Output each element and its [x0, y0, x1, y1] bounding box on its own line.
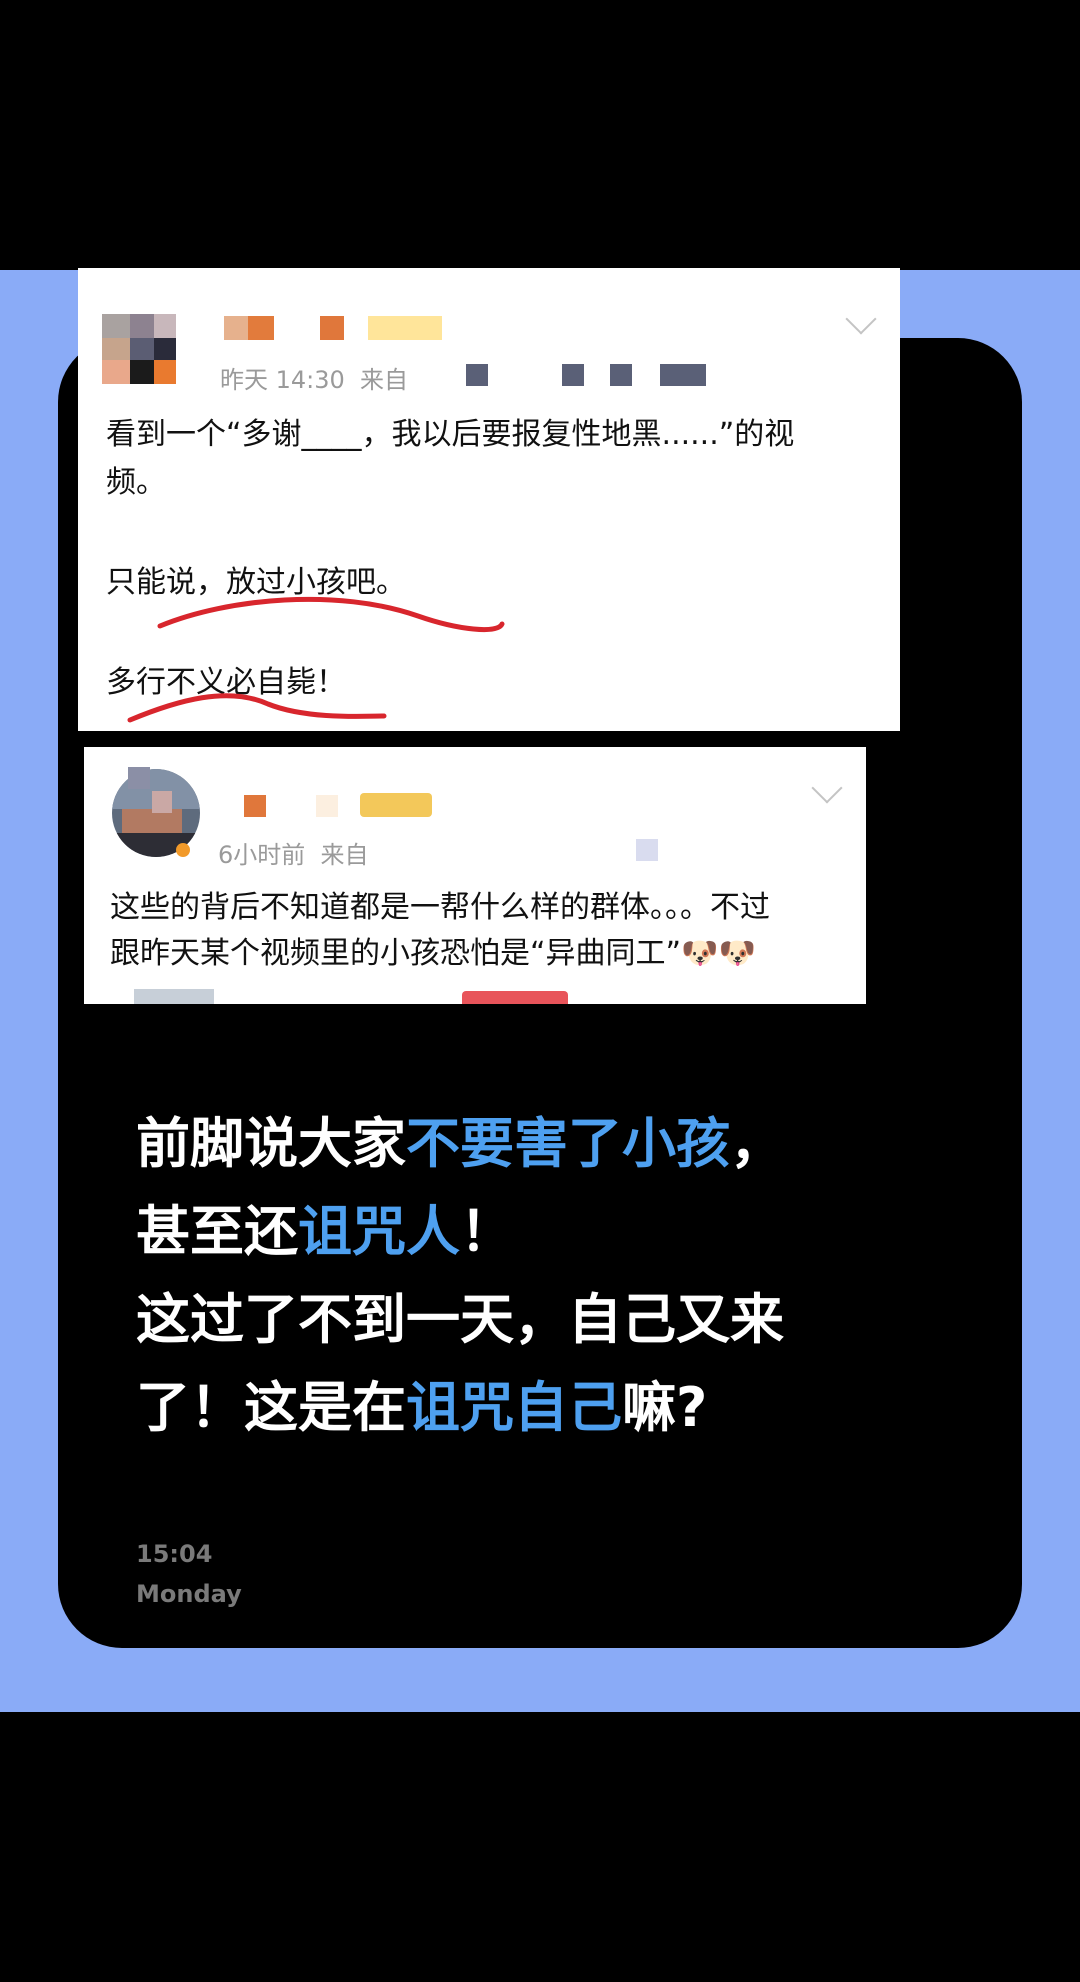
avatar-block [152, 791, 172, 813]
clock: 15:04 Monday [136, 1534, 242, 1614]
headline-line: 这过了不到一天，自己又来 [136, 1288, 784, 1351]
dog-emoji-icon: 🐶🐶 [681, 936, 756, 971]
post-text-line: 跟昨天某个视频里的小孩恐怕是“异曲同工”🐶🐶 [110, 936, 756, 971]
username-block [316, 795, 338, 817]
clock-time: 15:04 [136, 1540, 213, 1568]
red-underline [127, 596, 505, 723]
headline-line: 前脚说大家不要害了小孩， [136, 1112, 784, 1175]
cut-off-content [134, 989, 214, 1004]
vip-dot [176, 843, 190, 857]
clock-day: Monday [136, 1580, 242, 1608]
chevron-down-icon[interactable] [811, 772, 843, 804]
source-block [636, 839, 658, 861]
avatar-block [128, 767, 150, 789]
cut-off-button [462, 991, 568, 1004]
headline-line: 了！这是在诅咒自己嘛? [136, 1376, 708, 1439]
post-screenshot-1: 昨天 14:30 来自 看到一个“多谢____，我以后要报复性地黑......”… [78, 268, 900, 731]
post-text-line: 这些的背后不知道都是一帮什么样的群体。。。不过 [110, 890, 770, 925]
headline-line: 甚至还诅咒人！ [136, 1200, 514, 1263]
username-block [244, 795, 266, 817]
badge-icon [360, 793, 432, 817]
post-screenshot-2: 6小时前 来自 这些的背后不知道都是一帮什么样的群体。。。不过 跟昨天某个视频里… [84, 747, 866, 1004]
post-meta: 6小时前 来自 [218, 841, 369, 869]
headline: 前脚说大家不要害了小孩， 甚至还诅咒人！ 这过了不到一天，自己又来 了！这是在诅… [136, 1100, 956, 1452]
